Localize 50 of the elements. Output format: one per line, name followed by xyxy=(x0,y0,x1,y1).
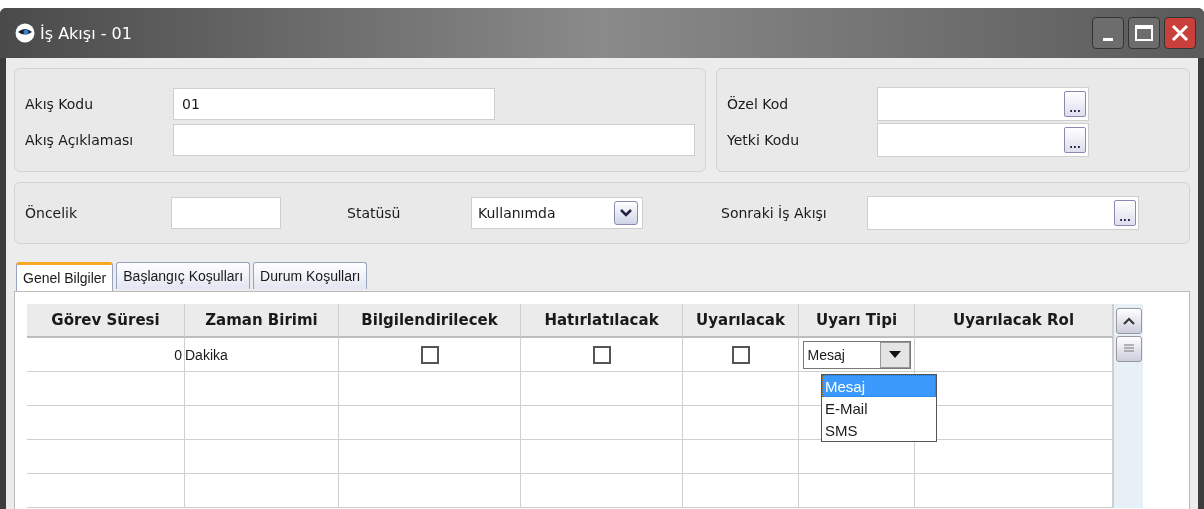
chevron-up-icon xyxy=(1122,317,1135,325)
column-header[interactable]: Görev Süresi xyxy=(27,304,185,338)
browse-button[interactable]: ... xyxy=(1114,200,1136,226)
input-field[interactable]: ... xyxy=(877,87,1089,121)
checkbox[interactable] xyxy=(731,345,750,364)
minimize-icon xyxy=(1103,37,1113,41)
field-label: Statüsü xyxy=(347,205,402,221)
tab[interactable]: Genel Bilgiler xyxy=(16,262,114,291)
browse-button[interactable]: ... xyxy=(1064,91,1086,117)
maximize-icon xyxy=(1135,25,1153,41)
input-field[interactable]: 01 xyxy=(173,88,495,120)
field-label: Sonraki İş Akışı xyxy=(721,205,828,221)
table-cell: 0 xyxy=(27,338,185,372)
column-header[interactable]: Zaman Birimi xyxy=(185,304,339,338)
tab[interactable]: Durum Koşulları xyxy=(253,262,368,289)
status-dropdown[interactable]: Kullanımda xyxy=(471,197,643,229)
column-header[interactable]: Uyarılacak xyxy=(683,304,799,338)
scrollbar[interactable] xyxy=(1113,304,1143,508)
dropdown-option[interactable]: SMS xyxy=(822,419,936,441)
app-logo-icon xyxy=(14,23,36,43)
dropdown-option[interactable]: E-Mail xyxy=(822,397,936,419)
input-field[interactable]: ... xyxy=(867,196,1139,230)
warning-type-dropdown[interactable]: Mesaj xyxy=(802,340,911,369)
column-header[interactable]: Uyarı Tipi xyxy=(799,304,915,338)
grip-icon xyxy=(1122,344,1135,354)
field-label: Akış Açıklaması xyxy=(25,132,135,148)
minimize-button[interactable] xyxy=(1092,17,1124,49)
checkbox[interactable] xyxy=(420,345,439,364)
column-header[interactable]: Uyarılacak Rol xyxy=(915,304,1113,338)
input-field[interactable]: ... xyxy=(877,123,1089,157)
window-title: İş Akışı - 01 xyxy=(40,23,133,43)
column-header[interactable]: Hatırlatılacak xyxy=(521,304,683,338)
field-label: Yetki Kodu xyxy=(727,132,801,148)
scroll-thumb[interactable] xyxy=(1115,336,1142,362)
scroll-up-button[interactable] xyxy=(1115,308,1142,334)
input-field[interactable] xyxy=(173,124,695,156)
field-label: Akış Kodu xyxy=(25,96,95,112)
browse-button[interactable]: ... xyxy=(1064,127,1086,153)
input-field[interactable] xyxy=(171,197,281,229)
tab[interactable]: Başlangıç Koşulları xyxy=(116,262,251,289)
table-cell: Dakika xyxy=(185,338,339,372)
field-label: Öncelik xyxy=(25,205,79,221)
maximize-button[interactable] xyxy=(1128,17,1160,49)
field-label: Özel Kod xyxy=(727,96,790,112)
column-header[interactable]: Bilgilendirilecek xyxy=(339,304,521,338)
checkbox[interactable] xyxy=(592,345,611,364)
chevron-down-icon xyxy=(620,208,632,218)
caret-icon xyxy=(888,350,901,359)
close-icon xyxy=(1171,24,1189,42)
close-button[interactable] xyxy=(1164,17,1196,49)
